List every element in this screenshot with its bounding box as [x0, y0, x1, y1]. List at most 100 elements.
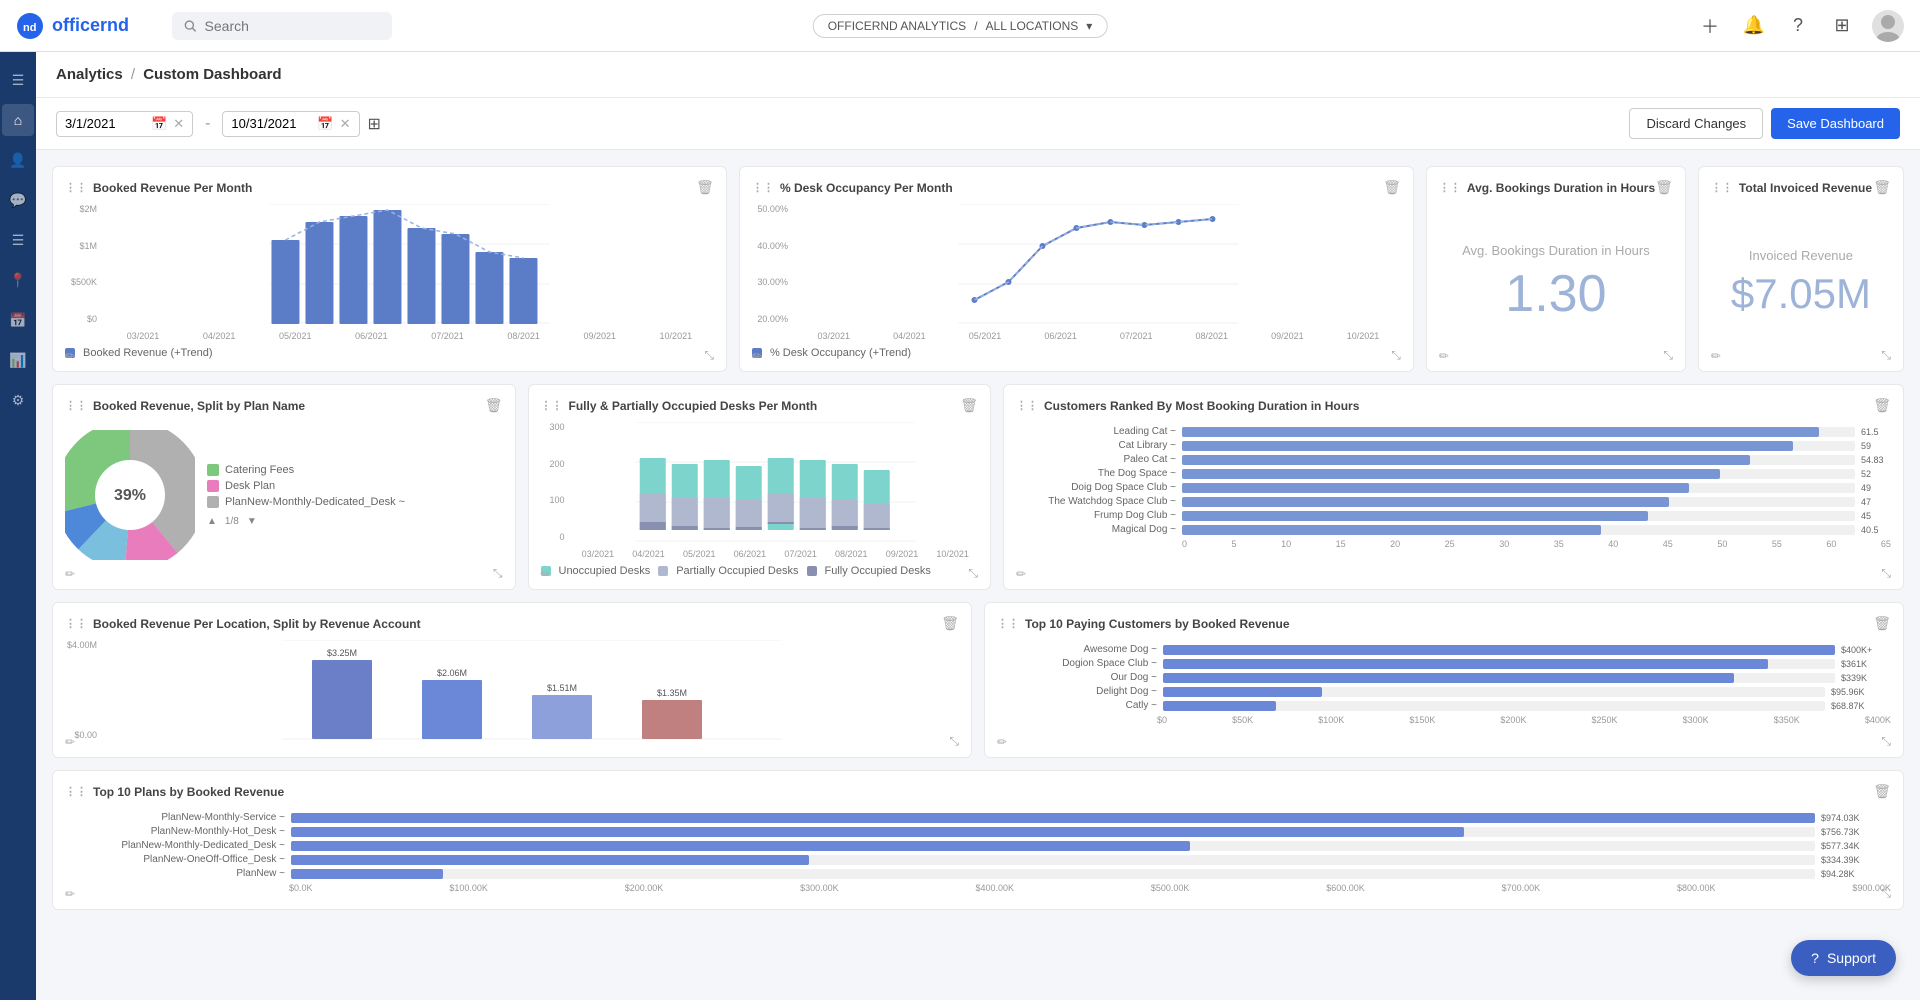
sidebar-item-home[interactable]: ⌂ — [2, 104, 34, 136]
app-logo[interactable]: nd officernd — [16, 12, 156, 40]
sidebar-item-calendar[interactable]: 📅 — [2, 304, 34, 336]
expand-icon-inv[interactable]: ⤡ — [1881, 348, 1891, 363]
grip-icon-avg: ⋮⋮ — [1439, 181, 1461, 194]
expand-icon-plans[interactable]: ⤡ — [1881, 886, 1891, 901]
widget-revenue-plan: ⋮⋮ Booked Revenue, Split by Plan Name 🗑 — [52, 384, 516, 590]
plan-row-2: PlanNew-Monthly-Hot_Desk ~ $756.73K — [65, 826, 1891, 837]
edit-icon-plan[interactable]: ✏ — [65, 567, 75, 581]
expand-icon-avg[interactable]: ⤡ — [1663, 348, 1673, 363]
sidebar-item-chat[interactable]: 💬 — [2, 184, 34, 216]
expand-icon-cust[interactable]: ⤡ — [1881, 566, 1891, 581]
sidebar: ☰ ⌂ 👤 💬 ☰ 📍 📅 📊 ⚙ — [0, 52, 36, 1000]
support-label: Support — [1827, 950, 1876, 966]
discard-changes-button[interactable]: Discard Changes — [1629, 108, 1763, 139]
edit-icon-inv[interactable]: ✏ — [1711, 349, 1721, 363]
hbar-row-8: Magical Dog ~ 40.5 — [1016, 524, 1891, 535]
widget-occupied-desks: ⋮⋮ Fully & Partially Occupied Desks Per … — [528, 384, 992, 590]
edit-icon-plans[interactable]: ✏ — [65, 887, 75, 901]
top10-bg-1 — [1163, 645, 1835, 655]
widget-delete-cust-dur[interactable]: 🗑 — [1873, 397, 1891, 414]
date-from-wrap[interactable]: 📅 ✕ — [56, 111, 193, 137]
help-icon[interactable]: ? — [1784, 12, 1812, 40]
save-dashboard-button[interactable]: Save Dashboard — [1771, 108, 1900, 139]
h-axis-cust: 05101520253035404550556065 — [1016, 539, 1891, 549]
sidebar-item-list[interactable]: ☰ — [2, 224, 34, 256]
main-content: Analytics / Custom Dashboard 📅 ✕ - 📅 ✕ ⊞… — [36, 52, 1920, 926]
pie-container: 39% Catering Fees Desk Plan — [65, 422, 503, 568]
widget-delete-occupancy[interactable]: 🗑 — [1383, 179, 1401, 196]
prev-icon[interactable]: ▲ — [207, 516, 217, 527]
widget-title-rev-plan: ⋮⋮ Booked Revenue, Split by Plan Name — [65, 399, 305, 413]
edit-icon-occ2[interactable]: ✏ — [541, 567, 551, 581]
next-icon[interactable]: ▼ — [247, 516, 257, 527]
expand-icon-plan[interactable]: ⤡ — [493, 566, 503, 581]
widget-delete-rev-plan[interactable]: 🗑 — [485, 397, 503, 414]
widget-delete-occupied[interactable]: 🗑 — [960, 397, 978, 414]
hbar-fill-6 — [1182, 497, 1669, 507]
sidebar-item-settings[interactable]: ⚙ — [2, 384, 34, 416]
pie-chart-svg: 39% — [65, 430, 195, 560]
hbar-label-3: Paleo Cat ~ — [1016, 454, 1176, 465]
calendar-end-icon[interactable]: 📅 — [317, 116, 333, 132]
chevron-down-icon: ▾ — [1086, 19, 1092, 33]
clear-end-icon[interactable]: ✕ — [340, 116, 351, 132]
expand-icon-top10[interactable]: ⤡ — [1881, 734, 1891, 749]
search-input[interactable] — [205, 18, 380, 34]
hbar-label-7: Frump Dog Club ~ — [1016, 510, 1176, 521]
widget-footer-occ: ✏ ⤡ — [752, 348, 1401, 363]
edit-icon-occ[interactable]: ✏ — [752, 349, 762, 363]
plan-label-3: PlanNew-Monthly-Dedicated_Desk ~ — [65, 840, 285, 851]
invoiced-label: Invoiced Revenue — [1749, 248, 1853, 263]
sidebar-item-chart[interactable]: 📊 — [2, 344, 34, 376]
search-bar[interactable] — [172, 12, 392, 40]
date-to-wrap[interactable]: 📅 ✕ — [222, 111, 359, 137]
edit-icon-top10[interactable]: ✏ — [997, 735, 1007, 749]
hbar-row-1: Leading Cat ~ 61.5 — [1016, 426, 1891, 437]
widget-title-booked-revenue: ⋮⋮ Booked Revenue Per Month — [65, 181, 252, 195]
top10-label-4: Delight Dog ~ — [997, 686, 1157, 697]
top10-fill-5 — [1163, 701, 1276, 711]
widget-delete-invoiced[interactable]: 🗑 — [1873, 179, 1891, 196]
location-pill[interactable]: OFFICERND ANALYTICS / ALL LOCATIONS ▾ — [813, 14, 1108, 38]
booked-revenue-chart-area: $2M$1M$500K$0 — [65, 204, 714, 359]
grip-icon-occ: ⋮⋮ — [752, 181, 774, 194]
widget-delete-avg-dur[interactable]: 🗑 — [1655, 179, 1673, 196]
expand-icon-occ[interactable]: ⤡ — [1391, 348, 1401, 363]
legend-planmew-dot — [207, 496, 219, 508]
expand-icon-occ2[interactable]: ⤡ — [968, 566, 978, 581]
apps-icon[interactable]: ⊞ — [1828, 12, 1856, 40]
widget-title-occupied: ⋮⋮ Fully & Partially Occupied Desks Per … — [541, 399, 818, 413]
date-from-input[interactable] — [65, 116, 145, 131]
calendar-icon[interactable]: 📅 — [151, 116, 167, 132]
hbar-label-5: Doig Dog Space Club ~ — [1016, 482, 1176, 493]
clear-icon[interactable]: ✕ — [173, 116, 184, 132]
plan-val-2: $756.73K — [1821, 827, 1891, 837]
grip-icon-occ2: ⋮⋮ — [541, 399, 563, 412]
sidebar-item-location[interactable]: 📍 — [2, 264, 34, 296]
location-scope: ALL LOCATIONS — [986, 19, 1079, 33]
edit-icon-avg[interactable]: ✏ — [1439, 349, 1449, 363]
widget-delete-top10-plans[interactable]: 🗑 — [1873, 783, 1891, 800]
sidebar-item-person[interactable]: 👤 — [2, 144, 34, 176]
sidebar-item-menu[interactable]: ☰ — [2, 64, 34, 96]
widget-invoiced-revenue: ⋮⋮ Total Invoiced Revenue 🗑 Invoiced Rev… — [1698, 166, 1904, 372]
support-button[interactable]: ? Support — [1791, 940, 1896, 976]
hbar-label-6: The Watchdog Space Club ~ — [1016, 496, 1176, 507]
edit-icon-booked[interactable]: ✏ — [65, 349, 75, 363]
widget-delete-booked-revenue[interactable]: 🗑 — [696, 179, 714, 196]
bell-icon[interactable]: 🔔 — [1740, 12, 1768, 40]
edit-icon-rev-loc[interactable]: ✏ — [65, 735, 75, 749]
edit-icon-cust[interactable]: ✏ — [1016, 567, 1026, 581]
expand-icon-booked[interactable]: ⤡ — [704, 348, 714, 363]
top10-fill-1 — [1163, 645, 1835, 655]
hbar-fill-1 — [1182, 427, 1819, 437]
avatar[interactable] — [1872, 10, 1904, 42]
widget-delete-top10-cust[interactable]: 🗑 — [1873, 615, 1891, 632]
expand-icon-rev-loc[interactable]: ⤡ — [949, 734, 959, 749]
add-icon[interactable]: ＋ — [1696, 12, 1724, 40]
date-to-input[interactable] — [231, 116, 311, 131]
top10-row-1: Awesome Dog ~ $400K+ — [997, 644, 1891, 655]
top10-row-4: Delight Dog ~ $95.96K — [997, 686, 1891, 697]
date-range-icon[interactable]: ⊞ — [368, 114, 381, 134]
widget-delete-rev-loc[interactable]: 🗑 — [941, 615, 959, 632]
